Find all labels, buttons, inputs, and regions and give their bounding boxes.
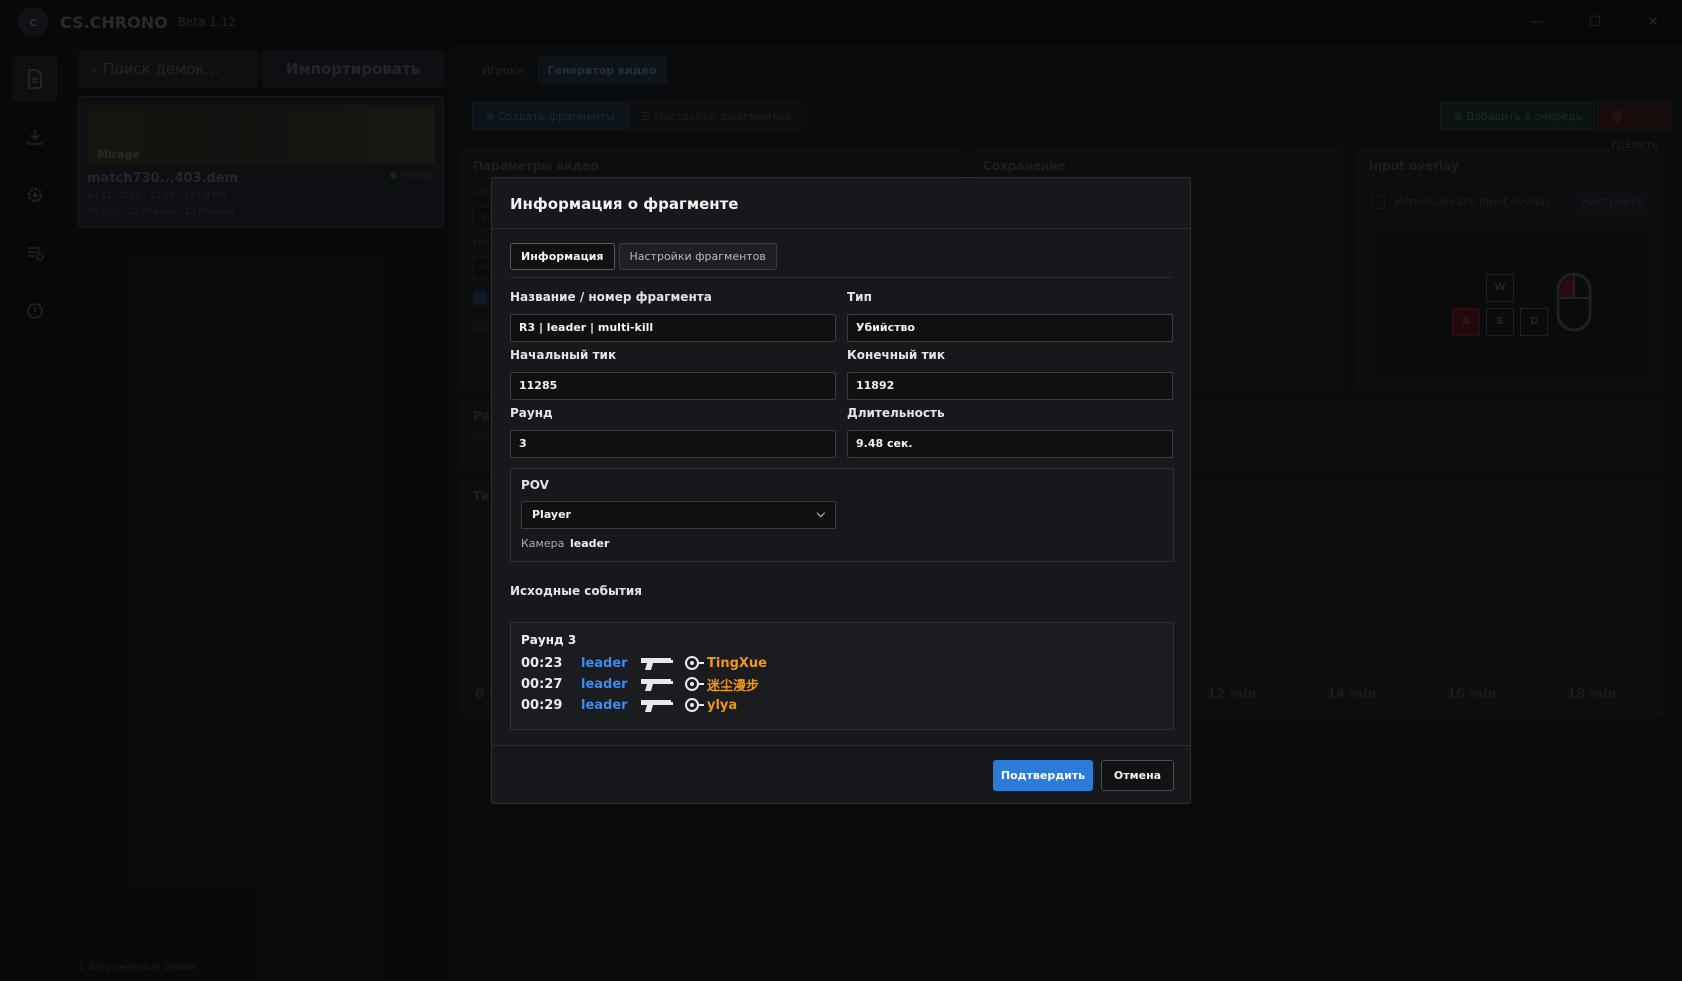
confirm-button[interactable]: Подтвердить: [993, 760, 1093, 791]
pistol-icon: [641, 700, 673, 712]
camera-label: Камера: [521, 537, 565, 550]
event-row: 00:29 leader ylya: [521, 695, 737, 715]
event-time: 00:23: [521, 655, 563, 671]
chevron-down-icon: ⌵: [816, 507, 825, 520]
pistol-icon: [641, 658, 673, 670]
duration-input[interactable]: 9.48 сек.: [847, 430, 1173, 458]
type-input[interactable]: Убийство: [847, 314, 1173, 342]
cancel-button[interactable]: Отмена: [1101, 760, 1174, 791]
end-tick-input[interactable]: 11892: [847, 372, 1173, 400]
modal-footer-divider: [492, 745, 1190, 746]
event-killer: leader: [581, 655, 628, 671]
round-input[interactable]: 3: [510, 430, 836, 458]
event-time: 00:29: [521, 697, 563, 713]
app-window: c CS.CHRONO Beta 1.12 — ☐ ✕ ⌕ Поиск демо…: [0, 0, 1682, 981]
type-label: Тип: [847, 290, 872, 304]
camera-value: leader: [570, 537, 610, 550]
pistol-icon: [641, 679, 673, 691]
start-tick-input[interactable]: 11285: [510, 372, 836, 400]
fragment-name-input[interactable]: R3 | leader | multi-kill: [510, 314, 836, 342]
event-killer: leader: [581, 697, 628, 713]
pov-select[interactable]: Player ⌵: [521, 501, 836, 529]
modal-title: Информация о фрагменте: [492, 178, 1190, 229]
start-tick-label: Начальный тик: [510, 348, 617, 362]
pov-selected: Player: [532, 508, 571, 521]
end-tick-label: Конечный тик: [847, 348, 945, 362]
headshot-icon: [685, 656, 704, 670]
pov-label: POV: [521, 478, 549, 492]
round-label: Раунд: [510, 406, 553, 420]
duration-label: Длительность: [847, 406, 945, 420]
fragment-name-label: Название / номер фрагмента: [510, 290, 712, 304]
event-victim: ylya: [707, 697, 738, 713]
event-victim: 迷尘漫步: [707, 678, 760, 694]
headshot-icon: [685, 677, 704, 691]
event-time: 00:27: [521, 676, 563, 692]
events-round-title: Раунд 3: [521, 633, 577, 647]
tabs-divider: [510, 277, 1172, 278]
events-list: Раунд 3 00:23 leader TingXue 00:27 leade…: [510, 622, 1174, 730]
source-events-title: Исходные события: [510, 584, 642, 598]
event-victim: TingXue: [707, 655, 767, 671]
headshot-icon: [685, 698, 704, 712]
pov-section: POV Player ⌵ Камера leader: [510, 468, 1174, 562]
tab-fragment-settings[interactable]: Настройки фрагментов: [618, 243, 777, 270]
event-row: 00:27 leader 迷尘漫步: [521, 674, 759, 694]
event-killer: leader: [581, 676, 628, 692]
tab-info[interactable]: Информация: [510, 243, 615, 270]
modal-tabs: Информация Настройки фрагментов: [510, 243, 777, 270]
event-row: 00:23 leader TingXue: [521, 653, 767, 673]
fragment-info-modal: Информация о фрагменте Информация Настро…: [491, 177, 1191, 804]
